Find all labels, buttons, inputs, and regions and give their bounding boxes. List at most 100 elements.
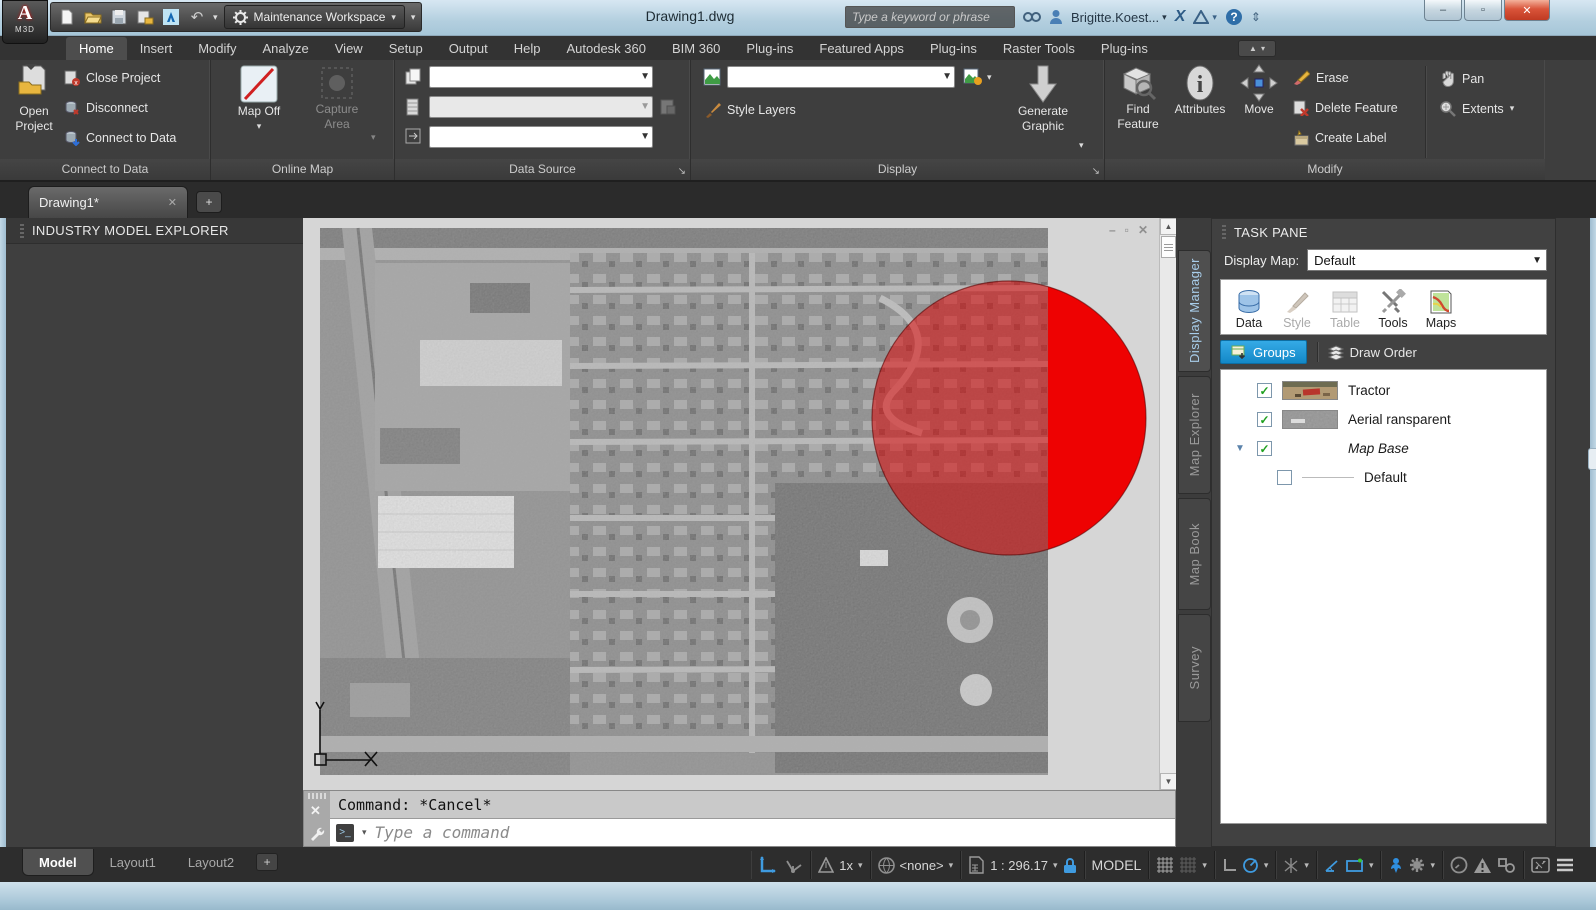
schema-icon[interactable] (405, 98, 421, 116)
infocenter-toggle-icon[interactable]: ⇕ (1251, 10, 1261, 24)
datasource-combo-1[interactable]: ▼ (429, 66, 653, 88)
layer-row-tractor[interactable]: ✓ Tractor (1221, 376, 1546, 405)
side-tab-map-book[interactable]: Map Book (1178, 498, 1211, 610)
infer-constraints-icon[interactable] (758, 855, 778, 875)
tab-featured-apps[interactable]: Featured Apps (806, 37, 917, 60)
warning-icon[interactable] (1473, 857, 1492, 874)
close-project-button[interactable]: x Close Project (64, 70, 160, 86)
model-space-button[interactable]: MODEL (1084, 851, 1149, 879)
scroll-up-icon[interactable]: ▲ (1160, 218, 1177, 235)
document-tab-drawing1[interactable]: Drawing1* ✕ (28, 186, 188, 218)
map-base-checkbox[interactable]: ✓ (1257, 441, 1272, 456)
new-document-tab-button[interactable]: + (196, 191, 222, 213)
command-close-icon[interactable]: ✕ (310, 803, 321, 819)
tools-button[interactable]: Tools (1371, 288, 1415, 330)
layer-row-default[interactable]: ✓ Default (1221, 463, 1546, 492)
tab-home[interactable]: Home (66, 37, 127, 60)
viewport-minimize-icon[interactable]: – (1109, 223, 1116, 237)
settings-gear-icon[interactable] (1409, 857, 1425, 873)
table-button[interactable]: Table (1323, 288, 1367, 330)
extents-button[interactable]: Extents ▾ (1439, 100, 1514, 117)
drag-handle[interactable] (308, 793, 326, 799)
industry-model-explorer-header[interactable]: INDUSTRY MODEL EXPLORER (6, 218, 303, 244)
document-tab-close-icon[interactable]: ✕ (168, 196, 177, 209)
add-style-icon[interactable] (963, 68, 983, 86)
qat-customize-dropdown[interactable]: ▾ (411, 12, 416, 23)
tab-view[interactable]: View (322, 37, 376, 60)
erase-button[interactable]: Erase (1293, 70, 1349, 85)
new-layout-button[interactable]: + (256, 853, 278, 871)
annotation-monitor-group[interactable]: ▾ (1380, 851, 1442, 879)
map-off-button[interactable]: Map Off ▾ (229, 64, 289, 134)
drawing-viewport[interactable]: – ▫ ✕ ▲ ▼ (303, 218, 1176, 790)
save-button[interactable] (109, 7, 129, 27)
style-button[interactable]: Style (1275, 288, 1319, 330)
layout2-tab[interactable]: Layout2 (172, 849, 250, 876)
scrollbar-thumb[interactable] (1161, 236, 1176, 258)
tab-plugins-3[interactable]: Plug-ins (1088, 37, 1161, 60)
layout1-tab[interactable]: Layout1 (94, 849, 172, 876)
exchange-apps-icon[interactable]: X (1175, 8, 1186, 26)
maps-button[interactable]: Maps (1419, 288, 1463, 330)
generate-graphic-dropdown[interactable]: ▾ (1079, 140, 1084, 151)
tab-plugins-2[interactable]: Plug-ins (917, 37, 990, 60)
close-button[interactable]: ✕ (1504, 0, 1550, 21)
clean-screen-icon[interactable] (1531, 857, 1550, 873)
tab-raster-tools[interactable]: Raster Tools (990, 37, 1088, 60)
lock-icon[interactable] (1063, 857, 1077, 874)
isolate-objects-icon[interactable] (1497, 857, 1516, 874)
add-style-dropdown[interactable]: ▾ (987, 72, 992, 83)
viewport-restore-icon[interactable]: ▫ (1125, 223, 1129, 237)
clock-icon[interactable] (1450, 856, 1468, 874)
annotation-scale-group[interactable]: 1x ▾ (810, 851, 869, 879)
restore-button[interactable]: ▫ (1464, 0, 1502, 21)
undo-button[interactable]: ↶ (187, 7, 207, 27)
tab-plugins-1[interactable]: Plug-ins (733, 37, 806, 60)
feature-class-icon[interactable] (405, 128, 423, 144)
frame-collapse-handle[interactable] (1588, 448, 1596, 470)
delete-feature-button[interactable]: Delete Feature (1293, 100, 1398, 116)
minimize-button[interactable]: – (1424, 0, 1462, 21)
help-icon[interactable]: ? (1225, 8, 1243, 26)
application-menu-button[interactable]: A M3D (2, 0, 48, 44)
connect-to-data-button[interactable]: Connect to Data (64, 130, 176, 146)
command-prompt-icon[interactable]: >_ (336, 824, 354, 842)
expander-icon[interactable]: ▼ (1235, 443, 1247, 454)
datasource-combo-2[interactable]: ▼ (429, 96, 653, 118)
tab-help[interactable]: Help (501, 37, 554, 60)
move-button[interactable]: Move (1235, 64, 1283, 117)
wrench-icon[interactable] (309, 826, 325, 842)
tab-output[interactable]: Output (436, 37, 501, 60)
tractor-checkbox[interactable]: ✓ (1257, 383, 1272, 398)
default-checkbox[interactable]: ✓ (1277, 470, 1292, 485)
pan-button[interactable]: Pan (1439, 70, 1484, 87)
generate-graphic-button[interactable]: Generate Graphic (1011, 64, 1075, 134)
communication-center-icon[interactable]: ▾ (1193, 10, 1217, 24)
customize-menu-icon[interactable] (1555, 857, 1575, 873)
undo-dropdown[interactable]: ▾ (213, 12, 218, 23)
disconnect-button[interactable]: Disconnect (64, 100, 148, 116)
workspace-switcher[interactable]: Maintenance Workspace ▾ (224, 5, 405, 29)
aerial-checkbox[interactable]: ✓ (1257, 412, 1272, 427)
layer-row-map-base[interactable]: ▼ ✓ Map Base (1221, 434, 1546, 463)
command-window-grip[interactable]: ✕ (304, 791, 330, 846)
tab-bim360[interactable]: BIM 360 (659, 37, 733, 60)
display-map-dropdown[interactable]: Default ▼ (1307, 249, 1547, 271)
copy-datasource-icon[interactable] (405, 68, 423, 86)
search-input[interactable] (845, 6, 1015, 28)
ortho-polar-group[interactable]: ▾ (1214, 851, 1276, 879)
display-style-combo[interactable]: ▼ (727, 66, 955, 88)
capture-area-button[interactable]: Capture Area (306, 64, 368, 132)
data-source-launcher-icon[interactable]: ↘ (678, 166, 686, 177)
osnap-dyninput-group[interactable]: ▾ (1316, 851, 1381, 879)
viewport-close-icon[interactable]: ✕ (1138, 223, 1148, 237)
data-button[interactable]: Data (1227, 288, 1271, 330)
command-input-line[interactable]: >_ ▾ Type a command (330, 819, 1175, 846)
style-layers-button[interactable]: Style Layers (705, 102, 796, 118)
snap-mode-icon[interactable] (783, 855, 803, 875)
signed-in-user[interactable]: Brigitte.Koest... ▾ (1071, 10, 1167, 25)
isodraft-group[interactable]: ▾ (1275, 851, 1316, 879)
datasource-combo-3[interactable]: ▼ (429, 126, 653, 148)
scroll-down-icon[interactable]: ▼ (1160, 773, 1177, 790)
tab-autodesk360[interactable]: Autodesk 360 (553, 37, 659, 60)
